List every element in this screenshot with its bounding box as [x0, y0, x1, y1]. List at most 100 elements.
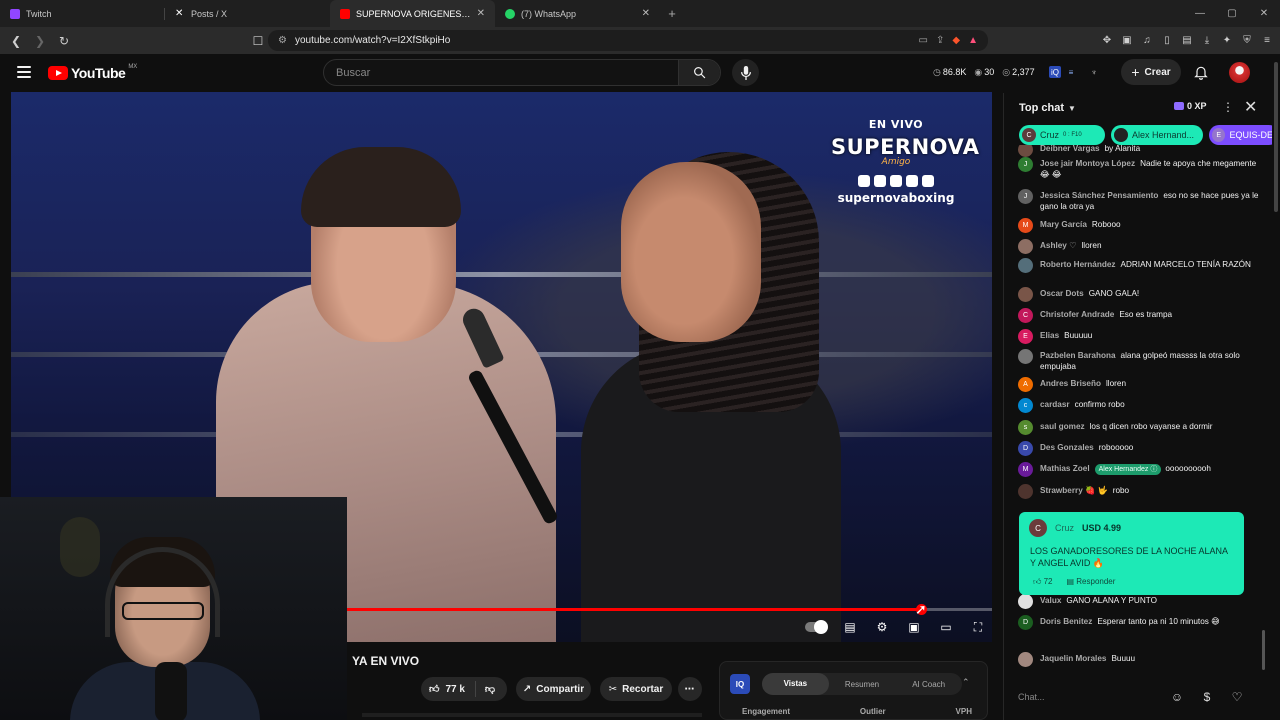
chat-author[interactable]: Christofer Andrade	[1040, 310, 1114, 319]
chat-avatar[interactable]: D	[1018, 441, 1033, 456]
trophy-icon[interactable]: ♆	[1088, 66, 1100, 78]
chat-author[interactable]: Jaquelin Morales	[1040, 654, 1106, 663]
browser-tab-twitch[interactable]: Twitch	[0, 0, 165, 27]
download-icon[interactable]: ⤓	[1200, 34, 1214, 48]
heart-icon[interactable]: ♡	[1229, 689, 1245, 705]
settings-gear-icon[interactable]: ⚙	[873, 618, 891, 636]
superchat-message[interactable]: C Cruz USD 4.99 LOS GANADORESORES DE LA …	[1019, 512, 1244, 595]
vpn-icon[interactable]: ⛨	[1240, 34, 1254, 48]
miniplayer-icon[interactable]: ▣	[905, 618, 923, 636]
chat-message[interactable]: M Mary García Robooo	[1018, 218, 1263, 233]
chat-author[interactable]: Valux	[1040, 596, 1061, 605]
chat-message[interactable]: E Elias Buuuuu	[1018, 329, 1263, 344]
music-icon[interactable]: ♫	[1140, 34, 1154, 48]
chat-message[interactable]: Strawberry 🍓 🤟 robo	[1018, 484, 1263, 499]
chat-avatar[interactable]	[1018, 484, 1033, 499]
close-tab-icon[interactable]: ✕	[642, 8, 650, 19]
screenshot-icon[interactable]: ▣	[1120, 34, 1134, 48]
chat-message[interactable]: s saul gomez los q dicen robo vayanse a do…	[1018, 420, 1263, 435]
wallet-icon[interactable]: ▤	[1180, 34, 1194, 48]
chat-message[interactable]: C Christofer Andrade Eso es trampa	[1018, 308, 1263, 323]
new-tab-button[interactable]: +	[660, 0, 684, 27]
chat-author[interactable]: Jose jair Montoya López	[1040, 159, 1135, 168]
video-progress-bar[interactable]	[347, 604, 992, 615]
mention-chip[interactable]: Alex Hernandez ⓘ	[1094, 464, 1162, 475]
close-window-icon[interactable]: ✕	[1248, 0, 1280, 27]
chat-input[interactable]: Chat...	[1018, 687, 1168, 707]
share-page-icon[interactable]: ⇪	[936, 35, 944, 46]
chat-message[interactable]: Oscar Dots GANO GALA!	[1018, 287, 1263, 302]
account-avatar[interactable]	[1229, 62, 1250, 83]
superchat-reply-button[interactable]: ▤ Responder	[1067, 577, 1116, 587]
chat-message[interactable]: Deibner Vargas by Alanita	[1018, 145, 1263, 157]
ai-icon[interactable]: ✦	[1220, 34, 1234, 48]
browser-tab-x[interactable]: ✕ Posts / X	[165, 0, 330, 27]
chat-author[interactable]: Mathias Zoel	[1040, 464, 1090, 473]
rewards-icon[interactable]: ▲	[968, 35, 978, 46]
chat-author[interactable]: Deibner Vargas	[1040, 145, 1100, 153]
chat-author[interactable]: Strawberry 🍓 🤟	[1040, 486, 1108, 495]
chat-author[interactable]: Roberto Hernández	[1040, 260, 1116, 269]
chat-message[interactable]: Pazbelen Barahona alana golpeó massss la …	[1018, 349, 1263, 372]
chat-avatar[interactable]: M	[1018, 462, 1033, 477]
chat-author[interactable]: Jessica Sánchez Pensamiento	[1040, 191, 1158, 200]
chat-avatar[interactable]	[1018, 594, 1033, 609]
chat-avatar[interactable]	[1018, 258, 1033, 273]
tab-resumen[interactable]: Resumen	[829, 680, 896, 689]
chat-author[interactable]: Des Gonzales	[1040, 443, 1094, 452]
chat-author[interactable]: cardasr	[1040, 400, 1070, 409]
chat-more-icon[interactable]: ⋮	[1222, 100, 1234, 114]
iq-extension-icon[interactable]: iQ	[1049, 66, 1061, 78]
chat-avatar[interactable]: s	[1018, 420, 1033, 435]
tab-vistas[interactable]: Vistas	[762, 673, 829, 695]
ticker-item[interactable]: E EQUIS-DE	[1209, 125, 1272, 145]
chat-message[interactable]: Roberto Hernández ADRIAN MARCELO TENÍA RA…	[1018, 258, 1263, 273]
chat-avatar[interactable]: D	[1018, 615, 1033, 630]
theater-mode-icon[interactable]: ▭	[937, 618, 955, 636]
chat-message[interactable]: D Des Gonzales robooooo	[1018, 441, 1263, 456]
ticker-item[interactable]: C Cruz 0 : F10	[1019, 125, 1105, 145]
chat-avatar[interactable]	[1018, 287, 1033, 302]
create-button[interactable]: + Crear	[1121, 59, 1181, 85]
superchat-like-button[interactable]: 👍︎ 72	[1033, 577, 1053, 587]
ticker-item[interactable]: Alex Hernand...	[1111, 125, 1203, 145]
share-button[interactable]: ↗ Compartir	[516, 677, 591, 701]
youtube-logo[interactable]: YouTube MX	[48, 64, 137, 81]
cast-icon[interactable]: ▭	[919, 35, 928, 46]
chat-message[interactable]: D Doris Benitez Esperar tanto pa ni 10 min…	[1018, 615, 1263, 630]
like-button[interactable]: 👍︎ 77 k	[421, 681, 476, 697]
chat-avatar[interactable]	[1018, 349, 1033, 364]
chat-avatar[interactable]: A	[1018, 377, 1033, 392]
brave-shield-icon[interactable]: ◆	[952, 35, 960, 46]
menu-icon[interactable]: ≡	[1260, 34, 1274, 48]
chat-avatar[interactable]: E	[1018, 329, 1033, 344]
forward-icon[interactable]: ❯	[30, 31, 50, 51]
notifications-bell-icon[interactable]	[1193, 64, 1209, 80]
dislike-button[interactable]: 👎︎	[476, 683, 495, 695]
search-button[interactable]	[678, 60, 720, 85]
hamburger-menu-icon[interactable]	[17, 66, 31, 78]
chat-author[interactable]: saul gomez	[1040, 422, 1085, 431]
chat-avatar[interactable]: J	[1018, 189, 1033, 204]
search-input[interactable]	[324, 66, 678, 79]
browser-tab-whatsapp[interactable]: (7) WhatsApp ✕	[495, 0, 660, 27]
chat-message[interactable]: A Andres Briseño lloren	[1018, 377, 1263, 392]
chat-message[interactable]: Ashley ♡ lloren	[1018, 239, 1263, 254]
chat-message[interactable]: J Jose jair Montoya López Nadie te apoya c…	[1018, 157, 1263, 180]
chat-avatar[interactable]: c	[1018, 398, 1033, 413]
site-info-icon[interactable]: ⚙	[278, 35, 287, 46]
chevron-up-icon[interactable]: ⌃	[962, 677, 970, 688]
chat-scrollbar[interactable]	[1262, 155, 1265, 675]
chat-author[interactable]: Oscar Dots	[1040, 289, 1084, 298]
back-icon[interactable]: ❮	[6, 31, 26, 51]
chat-avatar[interactable]	[1018, 145, 1033, 157]
chat-scroll-thumb[interactable]	[1262, 630, 1265, 670]
browser-tab-youtube[interactable]: SUPERNOVA ORIGENES - ALANA ✕	[330, 0, 495, 27]
close-chat-icon[interactable]: ✕	[1244, 97, 1257, 117]
emoji-icon[interactable]: ☺	[1169, 689, 1185, 705]
restore-icon[interactable]: ▢	[1216, 0, 1248, 27]
subtitles-icon[interactable]: ▤	[841, 618, 859, 636]
chat-avatar[interactable]: M	[1018, 218, 1033, 233]
chat-message[interactable]: Jaquelin Morales Buuuu	[1018, 652, 1263, 667]
minimize-icon[interactable]: —	[1184, 0, 1216, 27]
